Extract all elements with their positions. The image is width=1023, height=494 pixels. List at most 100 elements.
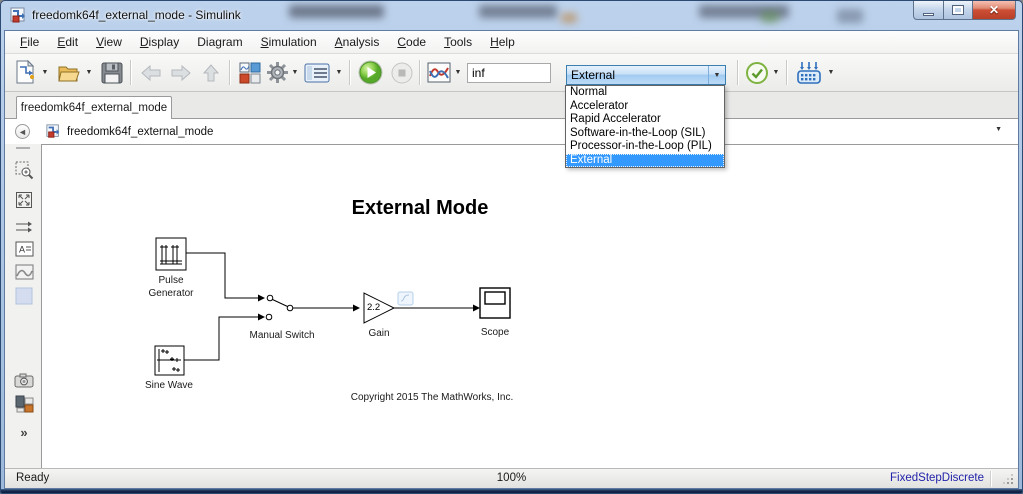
- new-model-button[interactable]: [11, 59, 39, 86]
- model-configuration-icon: [304, 63, 330, 82]
- up-button[interactable]: [198, 59, 224, 86]
- simulation-mode-combobox[interactable]: External ▼: [566, 65, 726, 85]
- refresh-check-dropdown[interactable]: ▼: [771, 59, 781, 86]
- manual-switch-label: Manual Switch: [249, 330, 315, 341]
- mode-option-accelerator[interactable]: Accelerator: [566, 100, 724, 114]
- menu-diagram[interactable]: Diagram: [188, 33, 251, 51]
- menu-analysis[interactable]: Analysis: [326, 33, 389, 51]
- gear-icon: [266, 62, 288, 83]
- chevron-down-icon: ▼: [41, 69, 49, 76]
- toolbar: ▼ ▼ ▼ ▼ ▼ inf External ▼ ▼ ▼: [5, 54, 1018, 92]
- open-dropdown[interactable]: ▼: [84, 59, 94, 86]
- scope-label: Scope: [480, 327, 510, 338]
- model-configuration-button[interactable]: [302, 59, 332, 86]
- area-annotation-button[interactable]: [12, 284, 36, 308]
- library-browser-button[interactable]: [236, 59, 264, 86]
- minimize-icon: [923, 12, 934, 16]
- toolbar-separator: [349, 60, 350, 85]
- toolbar-separator: [419, 60, 420, 85]
- sine-wave-block[interactable]: [154, 345, 185, 376]
- copyright-annotation: Copyright 2015 The MathWorks, Inc.: [350, 392, 514, 403]
- zoom-level: 100%: [496, 472, 527, 484]
- palette-handle[interactable]: [16, 147, 30, 149]
- editor-content: A » External Mode Pulse Generator Sine W…: [5, 144, 1018, 468]
- close-button[interactable]: ✕: [973, 1, 1016, 20]
- chevron-down-icon: ▼: [85, 69, 93, 76]
- mode-option-pil[interactable]: Processor-in-the-Loop (PIL): [566, 140, 724, 154]
- deploy-to-hardware-button[interactable]: [794, 59, 824, 86]
- back-arrow-icon: [141, 64, 161, 81]
- model-canvas[interactable]: External Mode Pulse Generator Sine Wave …: [42, 144, 1018, 468]
- image-annotation-button[interactable]: [12, 260, 36, 284]
- minimize-button[interactable]: [913, 1, 943, 20]
- solver-name[interactable]: FixedStepDiscrete: [890, 472, 984, 484]
- toolbar-separator: [229, 60, 230, 85]
- simulink-app-icon: [10, 7, 25, 23]
- menu-edit[interactable]: Edit: [48, 33, 87, 51]
- simulation-display-button[interactable]: [425, 59, 453, 86]
- new-model-dropdown[interactable]: ▼: [40, 59, 50, 86]
- scope-block[interactable]: [479, 287, 511, 319]
- diagram-title: External Mode: [351, 197, 489, 219]
- forward-button[interactable]: [168, 59, 194, 86]
- palette-expand-button[interactable]: »: [12, 420, 36, 444]
- mode-option-sil[interactable]: Software-in-the-Loop (SIL): [566, 127, 724, 141]
- viewmarks-button[interactable]: [12, 392, 36, 416]
- maximize-icon: [952, 5, 964, 15]
- deploy-to-hardware-icon: [797, 61, 821, 84]
- screenshot-button[interactable]: [12, 368, 36, 392]
- mode-option-external[interactable]: External: [566, 153, 724, 167]
- model-configuration-dropdown[interactable]: ▼: [334, 59, 344, 86]
- menu-file[interactable]: File: [11, 33, 48, 51]
- settings-button[interactable]: [264, 59, 290, 86]
- toolbar-separator: [786, 60, 787, 85]
- chevron-down-icon: ▼: [335, 69, 343, 76]
- menu-code[interactable]: Code: [388, 33, 435, 51]
- maximize-button[interactable]: [943, 1, 973, 20]
- save-button[interactable]: [98, 59, 126, 86]
- route-signals-button[interactable]: [12, 215, 36, 239]
- background-window-blur: [761, 11, 779, 23]
- menu-tools[interactable]: Tools: [435, 33, 481, 51]
- combobox-arrow-button[interactable]: ▼: [708, 66, 725, 84]
- sine-wave-label: Sine Wave: [145, 380, 193, 391]
- back-button[interactable]: [138, 59, 164, 86]
- toolbar-separator: [130, 60, 131, 85]
- svg-text:A: A: [19, 245, 25, 255]
- run-button[interactable]: [356, 59, 384, 86]
- menu-view[interactable]: View: [87, 33, 131, 51]
- breadcrumb-dropdown[interactable]: ▼: [995, 126, 1002, 133]
- window-controls: ✕: [913, 1, 1016, 20]
- signal-wires[interactable]: [184, 252, 475, 361]
- pulse-generator-label-2: Generator: [148, 288, 194, 299]
- stop-button[interactable]: [389, 59, 415, 86]
- manual-switch-block[interactable]: [265, 294, 294, 321]
- settings-dropdown[interactable]: ▼: [290, 59, 300, 86]
- zoom-region-icon: [15, 161, 33, 179]
- resize-grip[interactable]: [1011, 482, 1013, 484]
- simulation-stop-time-input[interactable]: [467, 63, 551, 83]
- breadcrumb-back-button[interactable]: ◄: [15, 124, 30, 139]
- status-separator: [990, 471, 991, 487]
- simulation-display-dropdown[interactable]: ▼: [453, 59, 463, 86]
- menu-help[interactable]: Help: [481, 33, 524, 51]
- forward-arrow-icon: [171, 64, 191, 81]
- tab-model[interactable]: freedomk64f_external_mode: [16, 96, 172, 119]
- deploy-dropdown[interactable]: ▼: [826, 59, 836, 86]
- menu-bar: File Edit View Display Diagram Simulatio…: [5, 31, 1018, 54]
- refresh-check-button[interactable]: [744, 59, 770, 86]
- fit-to-view-button[interactable]: [12, 188, 36, 212]
- mode-option-normal[interactable]: Normal: [566, 86, 724, 100]
- title-bar[interactable]: freedomk64f_external_mode - Simulink ✕: [1, 1, 1022, 30]
- mode-option-rapid-accelerator[interactable]: Rapid Accelerator: [566, 113, 724, 127]
- pulse-generator-block[interactable]: [155, 237, 187, 271]
- zoom-region-button[interactable]: [12, 158, 36, 182]
- close-icon: ✕: [988, 3, 1000, 17]
- menu-simulation[interactable]: Simulation: [252, 33, 326, 51]
- breadcrumb-bar: ◄ freedomk64f_external_mode ▼: [5, 119, 1018, 144]
- open-button[interactable]: [55, 59, 83, 86]
- save-icon: [101, 62, 123, 83]
- annotation-button[interactable]: A: [12, 237, 36, 261]
- menu-display[interactable]: Display: [131, 33, 188, 51]
- breadcrumb-model-name: freedomk64f_external_mode: [67, 125, 214, 138]
